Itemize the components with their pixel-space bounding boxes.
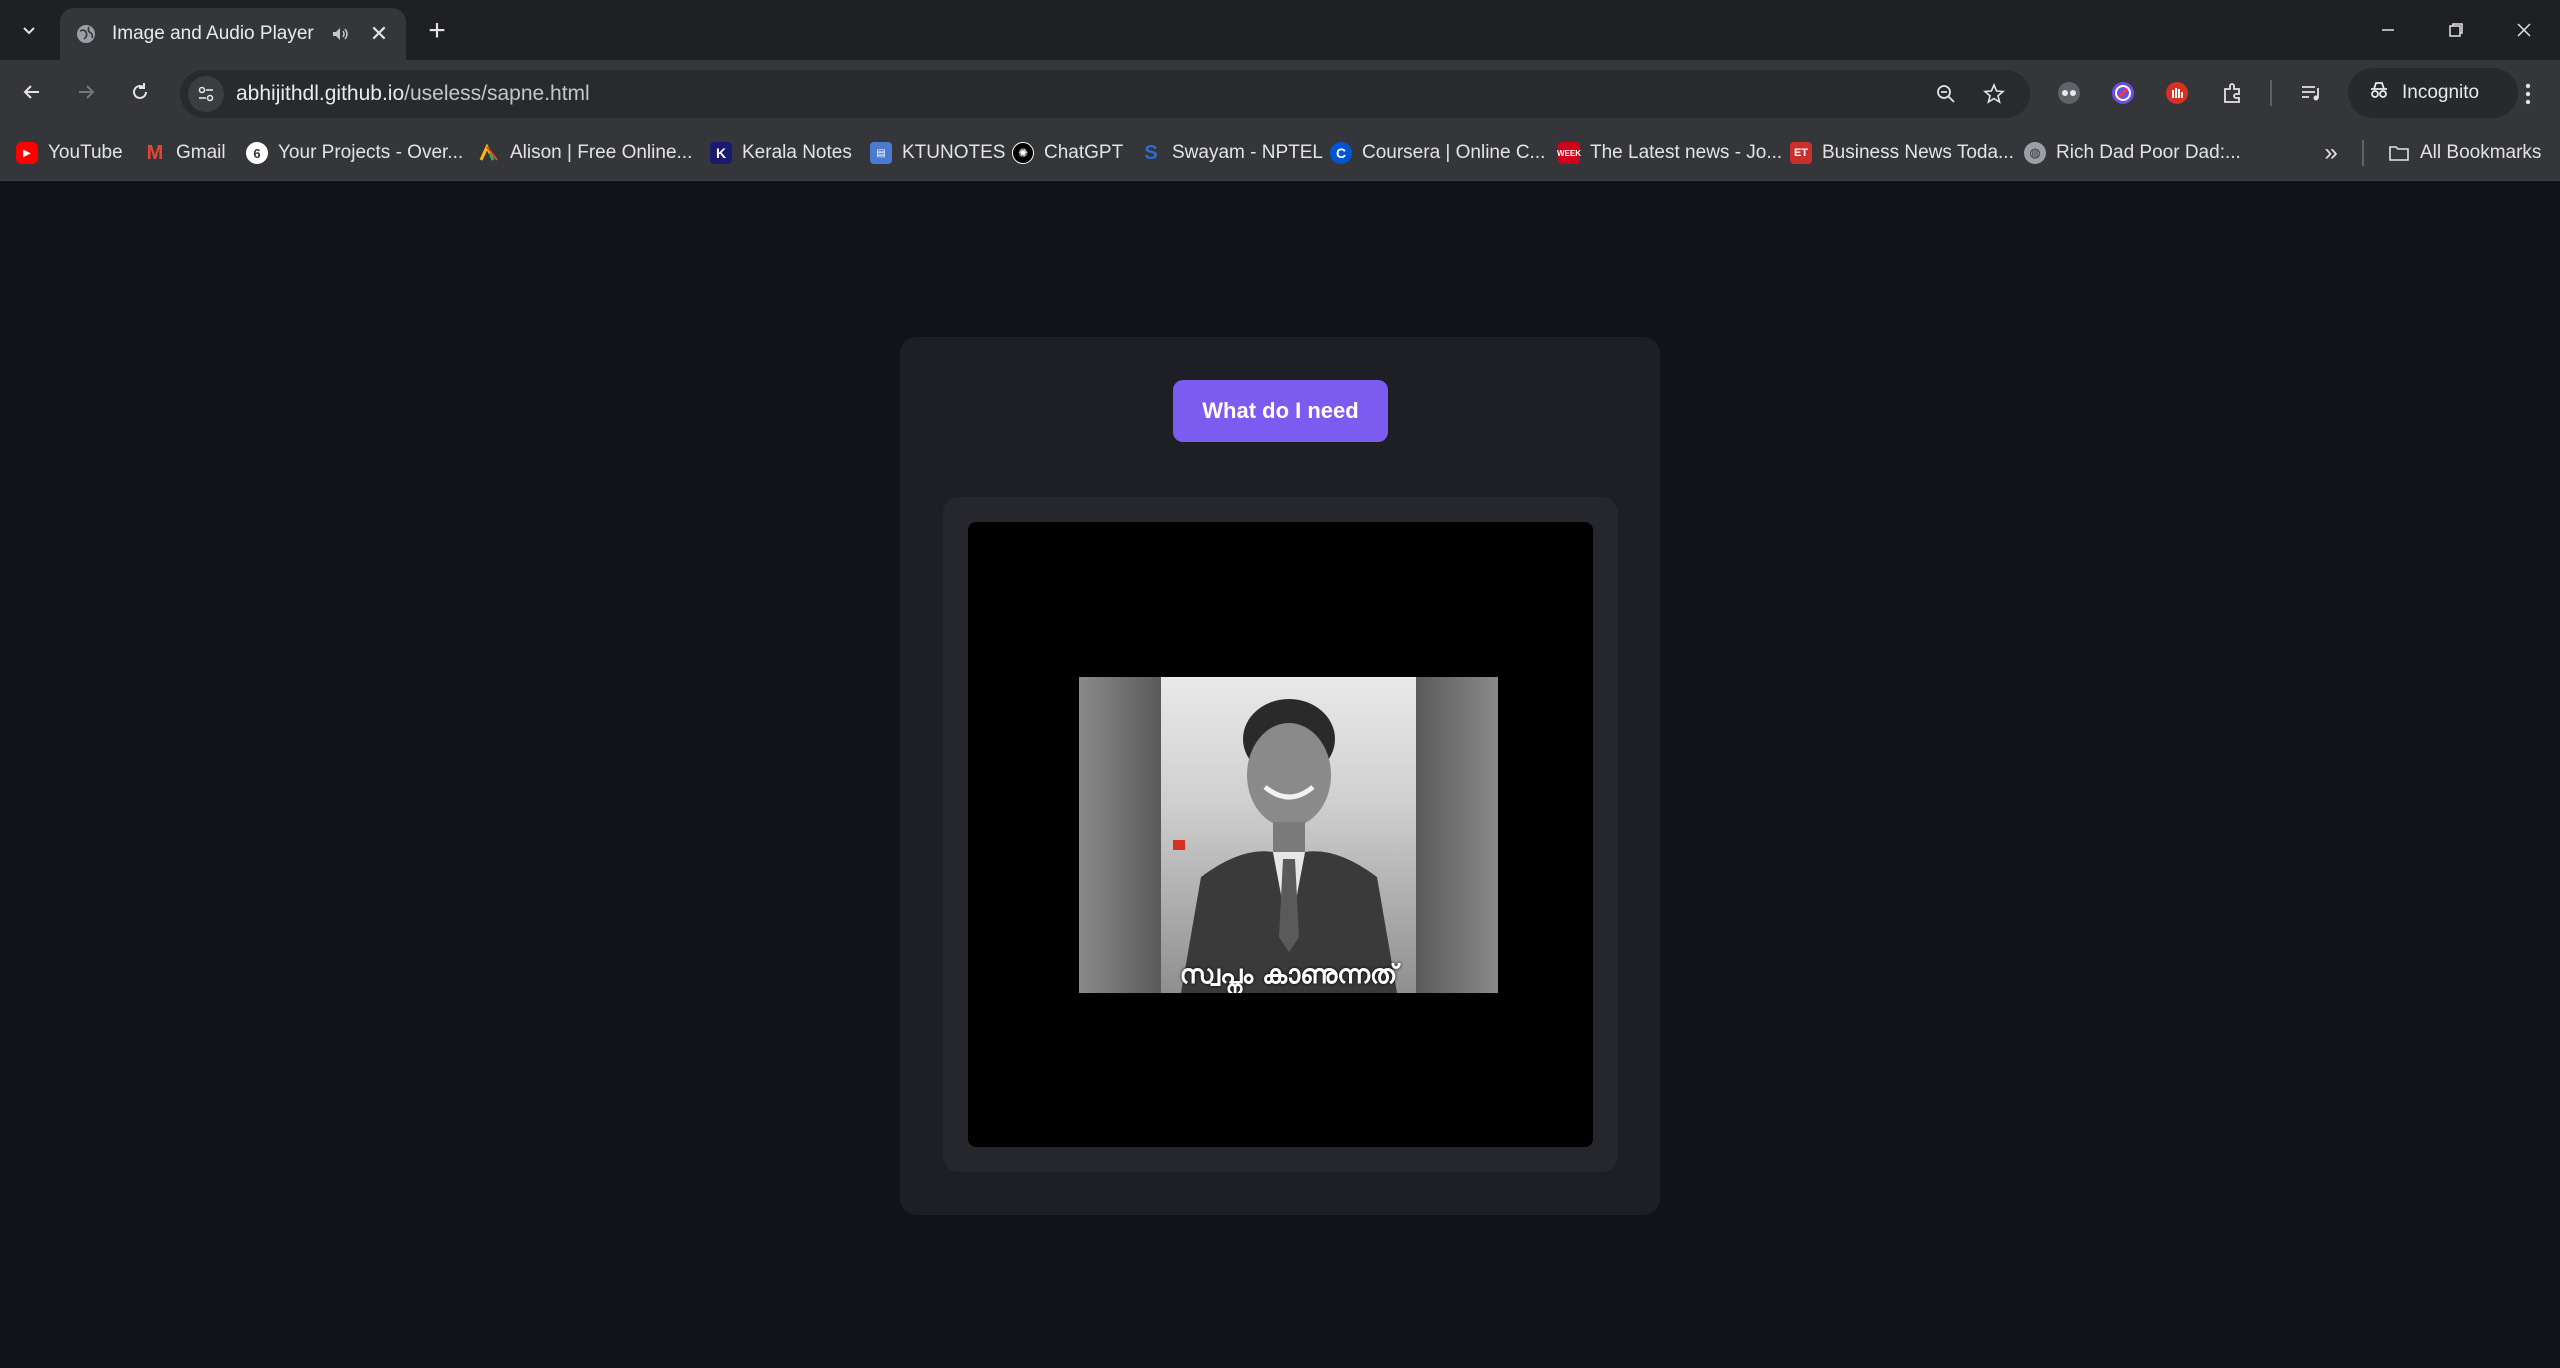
browser-chrome: Image and Audio Player ✕ + abhijithdl.gi… [0, 0, 2560, 181]
player-card: What do I need സ്വപ്നം കാണുന്നത് [900, 337, 1660, 1215]
minimize-icon [2382, 29, 2394, 31]
extension-compass-icon[interactable] [2108, 78, 2138, 108]
browser-menu-icon[interactable] [2510, 74, 2546, 114]
bookmark-label: ChatGPT [1044, 142, 1124, 163]
globe-icon: ◍ [2024, 142, 2046, 164]
zoom-icon[interactable] [1932, 80, 1960, 108]
bookmark-label: Kerala Notes [742, 142, 852, 163]
chatgpt-icon: ✺ [1012, 142, 1034, 164]
url-path: /useless/sapne.html [404, 82, 590, 105]
url-text[interactable]: abhijithdl.github.io/useless/sapne.html [236, 82, 590, 106]
bookmark-rich-dad[interactable]: ◍ Rich Dad Poor Dad:... [2024, 136, 2241, 170]
et-icon: ET [1790, 142, 1812, 164]
bookmark-label: KTUNOTES [902, 142, 1006, 163]
forward-button[interactable] [66, 72, 106, 112]
tab-search-button[interactable] [10, 14, 48, 46]
toolbar-separator [2270, 80, 2272, 106]
close-icon [2517, 23, 2531, 37]
folder-icon [2388, 142, 2410, 164]
globe-icon [74, 22, 98, 46]
youtube-icon: ▶ [16, 142, 38, 164]
bookmark-label: Business News Toda... [1822, 142, 2014, 163]
bookmark-label: Swayam - NPTEL [1172, 142, 1323, 163]
back-button[interactable] [12, 72, 52, 112]
bookmark-label: The Latest news - Jo... [1590, 142, 1783, 163]
blurred-side-left [1079, 677, 1161, 993]
chevron-down-icon [23, 27, 35, 35]
what-do-i-need-button[interactable]: What do I need [1173, 380, 1388, 442]
url-host: abhijithdl.github.io [236, 82, 405, 105]
gmail-icon: M [146, 141, 164, 164]
extension-hand-icon[interactable] [2162, 78, 2192, 108]
ktunotes-icon: ▤ [870, 142, 892, 164]
forward-arrow-icon [79, 85, 95, 99]
bookmark-business-news[interactable]: ET Business News Toda... [1790, 136, 2014, 170]
bookmark-label: Gmail [176, 142, 226, 163]
extensions-puzzle-icon[interactable] [2218, 78, 2248, 108]
back-arrow-icon [23, 85, 39, 99]
all-bookmarks-button[interactable]: All Bookmarks [2388, 136, 2541, 170]
incognito-indicator[interactable]: Incognito [2348, 68, 2518, 118]
restore-button[interactable] [2422, 8, 2490, 52]
media-frame: സ്വപ്നം കാണുന്നത് [943, 497, 1618, 1172]
bookmark-chatgpt[interactable]: ✺ ChatGPT [1012, 136, 1123, 170]
alison-icon [478, 142, 500, 164]
bookmark-kerala-notes[interactable]: K Kerala Notes [710, 136, 852, 170]
tab-title: Image and Audio Player [112, 23, 314, 44]
bookmarks-separator [2362, 140, 2364, 166]
media-controls-icon[interactable] [2296, 78, 2326, 108]
bookmark-ktunotes[interactable]: ▤ KTUNOTES [870, 136, 1005, 170]
bookmark-youtube[interactable]: ▶ YouTube [16, 136, 123, 170]
restore-icon [2449, 23, 2463, 37]
bookmark-gmail[interactable]: M Gmail [144, 136, 226, 170]
bookmark-label: Rich Dad Poor Dad:... [2056, 142, 2241, 163]
toolbar: abhijithdl.github.io/useless/sapne.html [0, 60, 2560, 126]
bookmark-label: Alison | Free Online... [510, 142, 693, 163]
boy-in-suit-illustration [1173, 699, 1397, 993]
close-window-button[interactable] [2490, 8, 2558, 52]
projects-icon: 6 [246, 142, 268, 164]
bookmark-label: Your Projects - Over... [278, 142, 464, 163]
video-frame-image: സ്വപ്നം കാണുന്നത് [1079, 677, 1498, 993]
reload-icon [133, 83, 147, 99]
address-bar[interactable]: abhijithdl.github.io/useless/sapne.html [180, 70, 2030, 118]
kerala-notes-icon: K [710, 142, 732, 164]
active-tab[interactable]: Image and Audio Player ✕ [60, 8, 406, 60]
video-player[interactable]: സ്വപ്നം കാണുന്നത് [968, 522, 1593, 1147]
incognito-label: Incognito [2402, 82, 2480, 103]
close-tab-icon[interactable]: ✕ [364, 19, 394, 49]
reload-button[interactable] [120, 72, 160, 112]
page-viewport: What do I need സ്വപ്നം കാണുന്നത് [0, 181, 2560, 1368]
tab-strip: Image and Audio Player ✕ + [0, 0, 2560, 60]
bookmark-label: YouTube [48, 142, 123, 163]
bookmark-alison[interactable]: Alison | Free Online... [478, 136, 692, 170]
coursera-icon: C [1330, 142, 1352, 164]
video-caption: സ്വപ്നം കാണുന്നത് [1179, 960, 1398, 990]
portrait-image [1161, 677, 1416, 993]
extension-spy-icon[interactable] [2054, 78, 2084, 108]
bookmark-label: Coursera | Online C... [1362, 142, 1546, 163]
bookmark-swayam[interactable]: S Swayam - NPTEL [1140, 136, 1323, 170]
new-tab-button[interactable]: + [420, 14, 454, 48]
bookmarks-bar: ▶ YouTube M Gmail 6 Your Projects - Over… [0, 126, 2560, 181]
week-icon: WEEK [1557, 142, 1581, 164]
incognito-icon [2368, 79, 2390, 107]
bookmark-the-week[interactable]: WEEK The Latest news - Jo... [1557, 136, 1783, 170]
bookmark-star-icon[interactable] [1980, 80, 2008, 108]
swayam-icon: S [1144, 141, 1158, 164]
blurred-side-right [1416, 677, 1498, 993]
bookmark-your-projects[interactable]: 6 Your Projects - Over... [246, 136, 463, 170]
all-bookmarks-label: All Bookmarks [2420, 142, 2542, 163]
bookmark-coursera[interactable]: C Coursera | Online C... [1330, 136, 1545, 170]
more-bookmarks-chevron-icon[interactable]: » [2316, 136, 2346, 170]
site-info-icon[interactable] [188, 76, 224, 112]
minimize-button[interactable] [2354, 8, 2422, 52]
speaker-icon[interactable] [326, 20, 354, 48]
